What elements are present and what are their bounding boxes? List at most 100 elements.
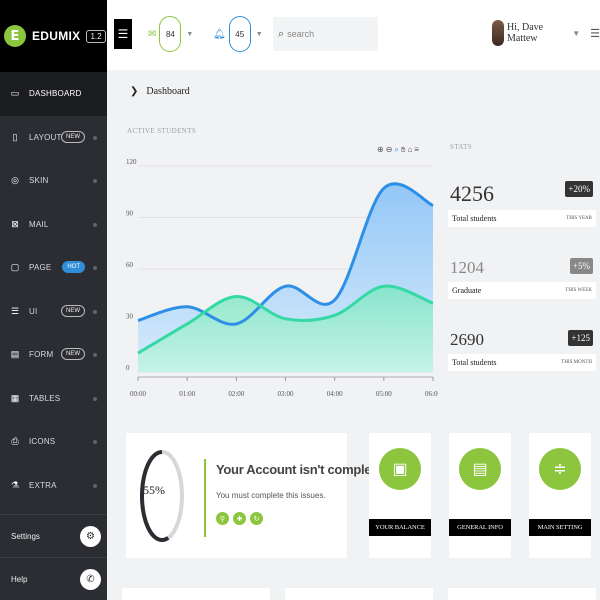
- progress-percent: 55%: [143, 483, 165, 497]
- search-icon: ⌕: [278, 27, 285, 40]
- notification-counter[interactable]: 🔔︎ 45 ▼: [213, 16, 263, 52]
- brand-name: EDUMIX: [32, 29, 81, 43]
- sidebar-item-form[interactable]: ▤ FORM NEW: [0, 333, 107, 377]
- help-link[interactable]: Help ✆: [0, 557, 107, 600]
- chevron-down-icon: ▼: [186, 30, 194, 38]
- add-user-icon[interactable]: ✚: [233, 512, 246, 525]
- stat-label: Total students: [452, 358, 497, 367]
- sidebar-item-tables[interactable]: ▦ TABLES: [0, 377, 107, 421]
- mail-count-badge: 84: [159, 16, 182, 52]
- tile-your-balance[interactable]: ▣ YOUR BALANCE: [369, 433, 431, 558]
- dot-icon: [93, 396, 97, 401]
- mail-counter[interactable]: ✉ 84 ▼: [148, 16, 193, 52]
- tile-main-setting[interactable]: ≑ MAIN SETTING: [529, 433, 591, 558]
- menu-icon[interactable]: ☰: [590, 27, 600, 40]
- status-badge: NEW: [61, 304, 85, 317]
- topbar: ☰ ✉ 84 ▼ 🔔︎ 45 ▼ ⌕ search Hi, Dave Matte…: [107, 0, 600, 70]
- status-badge: HOT: [62, 261, 85, 273]
- ui-icon: ☰: [10, 305, 20, 316]
- printer-icon: ⎙: [11, 436, 19, 447]
- settings-link[interactable]: Settings ⚙: [0, 514, 107, 557]
- flask-icon: ⚗: [10, 479, 20, 490]
- monitor-icon: ▭: [10, 88, 20, 99]
- sidebar-item-ui[interactable]: ☰ UI NEW: [0, 290, 107, 334]
- brand-logo-icon: E: [4, 25, 26, 47]
- stat-footer: Graduate THIS WEEK: [448, 282, 596, 299]
- status-badge: NEW: [61, 348, 85, 360]
- card-placeholder: [285, 588, 433, 600]
- dot-icon: [93, 483, 97, 488]
- avatar: [492, 20, 504, 46]
- mail-icon: ✉: [148, 28, 157, 40]
- search-input[interactable]: search: [287, 29, 314, 39]
- y-tick-label: 60: [126, 261, 134, 269]
- sidebar-footer: Settings ⚙ Help ✆: [0, 514, 107, 600]
- stat-footer: Total students THIS MONTH: [448, 354, 596, 371]
- x-tick-label: 01:00: [179, 390, 195, 398]
- menu-toggle-icon[interactable]: ☰: [114, 19, 132, 49]
- settings-label: Settings: [11, 531, 40, 541]
- search-box[interactable]: ⌕ search: [273, 17, 378, 51]
- tile-general-info[interactable]: ▤ GENERAL INFO: [449, 433, 511, 558]
- user-greeting: Hi, Dave Mattew: [506, 22, 544, 44]
- stat-value: 2690: [450, 330, 484, 349]
- chevron-down-icon: ▼: [255, 30, 263, 38]
- sidebar-item-page[interactable]: ▢ PAGE HOT: [0, 246, 107, 290]
- sidebar: E EDUMIX 1.2 ▭ DASHBOARD ▯ LAYOUT NEW ◎ SKIN ⊠ M…: [0, 0, 107, 600]
- mail-icon: ⊠: [11, 218, 19, 229]
- gear-icon[interactable]: ⚙: [80, 526, 101, 547]
- sidebar-item-layout[interactable]: ▯ LAYOUT NEW: [0, 116, 107, 160]
- phone-icon[interactable]: ✆: [80, 569, 101, 590]
- x-tick-label: 02:00: [228, 390, 244, 398]
- brand[interactable]: E EDUMIX 1.2: [0, 0, 107, 72]
- stat-value: 1204: [450, 258, 484, 277]
- tile-label: MAIN SETTING: [529, 519, 591, 536]
- y-tick-label: 0: [126, 364, 130, 372]
- dot-icon: [93, 440, 97, 444]
- palette-icon: ◎: [11, 175, 19, 186]
- stat-period: THIS WEEK: [565, 288, 592, 293]
- table-icon: ▦: [10, 392, 20, 403]
- breadcrumb-current[interactable]: Dashboard: [146, 86, 189, 97]
- active-students-chart: ACTIVE STUDENTS ⊕ ⊖ ⌕ ✋︎ ⌂ ≡ 0 30 60 90 120 0…: [120, 114, 438, 412]
- stat-period: THIS MONTH: [561, 360, 592, 365]
- dot-icon: [93, 353, 97, 357]
- stat-period: THIS YEAR: [566, 216, 592, 221]
- user-menu[interactable]: Hi, Dave Mattew ▼ ☰: [492, 20, 600, 46]
- notification-count-badge: 45: [228, 16, 251, 52]
- stat-label: Total students: [452, 214, 497, 223]
- sidebar-item-icons[interactable]: ⎙ ICONS: [0, 420, 107, 464]
- tile-label: YOUR BALANCE: [369, 519, 431, 536]
- layout-icon: ▯: [12, 131, 18, 142]
- dot-icon: [93, 135, 97, 140]
- location-icon[interactable]: ⚲: [216, 512, 229, 525]
- sidebar-item-label: DASHBOARD: [29, 89, 82, 99]
- card-placeholder: [122, 588, 270, 600]
- sidebar-item-dashboard[interactable]: ▭ DASHBOARD: [0, 72, 107, 116]
- stat-item: 1204 +5% Graduate THIS WEEK: [448, 258, 596, 308]
- version-badge: 1.2: [86, 29, 106, 43]
- dot-icon: [93, 309, 97, 314]
- sidebar-item-skin[interactable]: ◎ SKIN: [0, 159, 107, 203]
- dot-icon: [93, 222, 97, 227]
- y-tick-label: 30: [126, 313, 134, 321]
- stat-value: 4256: [450, 181, 494, 206]
- sidebar-item-extra[interactable]: ⚗ EXTRA: [0, 464, 107, 508]
- wallet-icon: ▣: [379, 448, 421, 490]
- chart-plot: 0 30 60 90 120 00:00 01:00 02:00 03:00 04:00 05:00…: [126, 158, 438, 398]
- sidebar-item-mail[interactable]: ⊠ MAIL: [0, 203, 107, 247]
- newspaper-icon: ▤: [459, 448, 501, 490]
- y-tick-label: 90: [126, 210, 134, 218]
- stats-panel: STATS 4256 +20% Total students THIS YEAR 120…: [443, 114, 598, 412]
- stat-item: 2690 +125 Total students THIS MONTH: [448, 330, 596, 380]
- x-tick-label: 05:00: [376, 390, 392, 398]
- sliders-icon: ≑: [539, 448, 581, 490]
- divider: [204, 459, 206, 537]
- account-completion-card: 55% Your Account isn't complete! You mus…: [126, 433, 387, 558]
- account-actions: ⚲ ✚ ↻: [216, 512, 263, 525]
- stat-label: Graduate: [452, 286, 482, 295]
- form-icon: ▤: [10, 349, 20, 360]
- card-placeholder: [448, 588, 596, 600]
- account-title: Your Account isn't complete!: [216, 462, 387, 477]
- refresh-icon[interactable]: ↻: [250, 512, 263, 525]
